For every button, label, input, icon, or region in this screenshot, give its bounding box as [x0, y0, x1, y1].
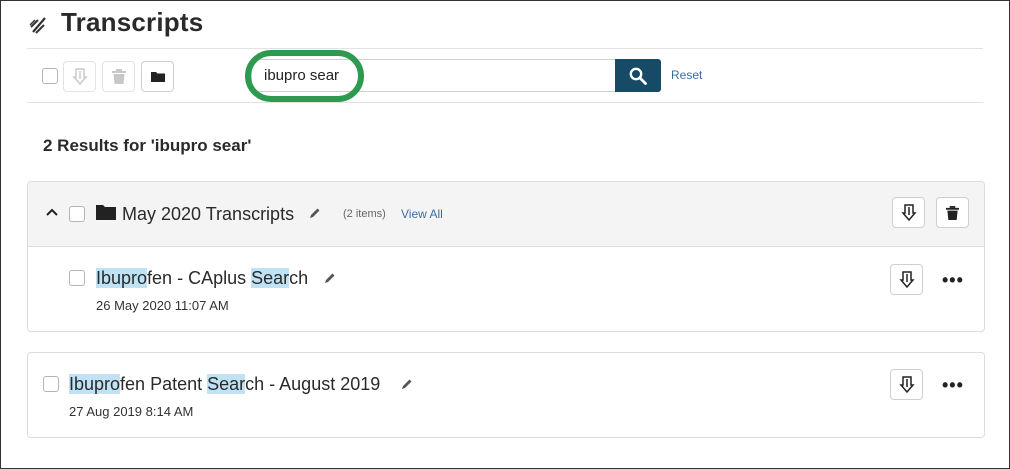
view-all-link[interactable]: View All	[401, 207, 443, 221]
transcript-download-button[interactable]	[890, 369, 923, 400]
divider	[27, 48, 983, 49]
folder-delete-button[interactable]	[936, 197, 969, 228]
edit-pencil-icon[interactable]	[324, 272, 336, 284]
download-icon	[898, 270, 915, 288]
more-options-icon[interactable]: •••	[942, 270, 964, 291]
download-icon	[900, 203, 917, 221]
transcript-checkbox[interactable]	[69, 270, 85, 286]
edit-pencil-icon[interactable]	[309, 207, 321, 219]
divider	[27, 102, 983, 103]
transcript-title[interactable]: Ibuprofen - CAplus Search	[96, 268, 308, 289]
search-icon	[629, 67, 647, 85]
transcript-date: 27 Aug 2019 8:14 AM	[69, 404, 194, 419]
page-title: Transcripts	[61, 7, 204, 37]
transcript-title[interactable]: Ibuprofen Patent Search - August 2019	[69, 374, 380, 395]
more-options-icon[interactable]: •••	[942, 375, 964, 396]
transcript-date: 26 May 2020 11:07 AM	[96, 298, 229, 313]
folder-download-button[interactable]	[892, 197, 925, 228]
page-header: Transcripts	[27, 7, 203, 38]
reset-link[interactable]: Reset	[671, 68, 702, 82]
download-icon	[71, 67, 88, 85]
move-to-folder-button[interactable]	[141, 61, 174, 92]
folder-name: May 2020 Transcripts	[122, 204, 295, 224]
trash-icon	[111, 69, 126, 84]
folder-icon	[96, 205, 116, 220]
search-input[interactable]	[251, 59, 615, 92]
folder-icon	[150, 72, 165, 82]
transcript-card: Ibuprofen Patent Search - August 2019 27…	[27, 352, 985, 438]
trash-icon	[946, 205, 959, 220]
download-button[interactable]	[63, 61, 96, 92]
chevron-up-icon[interactable]	[46, 208, 58, 216]
download-icon	[898, 375, 915, 393]
delete-button[interactable]	[102, 61, 135, 92]
folder-card: May 2020 Transcripts (2 items) View All	[27, 181, 985, 332]
transcript-logo-icon	[29, 16, 46, 34]
transcripts-page: Transcripts Reset 2 Results for 'ibup	[0, 0, 1010, 469]
edit-pencil-icon[interactable]	[401, 378, 413, 390]
folder-item-count: (2 items)	[343, 208, 386, 220]
select-all-checkbox[interactable]	[42, 68, 58, 84]
results-count: 2 Results for 'ibupro sear'	[43, 136, 252, 155]
transcript-download-button[interactable]	[890, 264, 923, 295]
folder-header: May 2020 Transcripts (2 items) View All	[28, 182, 984, 247]
search-button[interactable]	[615, 59, 661, 92]
transcript-checkbox[interactable]	[43, 376, 59, 392]
folder-checkbox[interactable]	[69, 206, 85, 222]
